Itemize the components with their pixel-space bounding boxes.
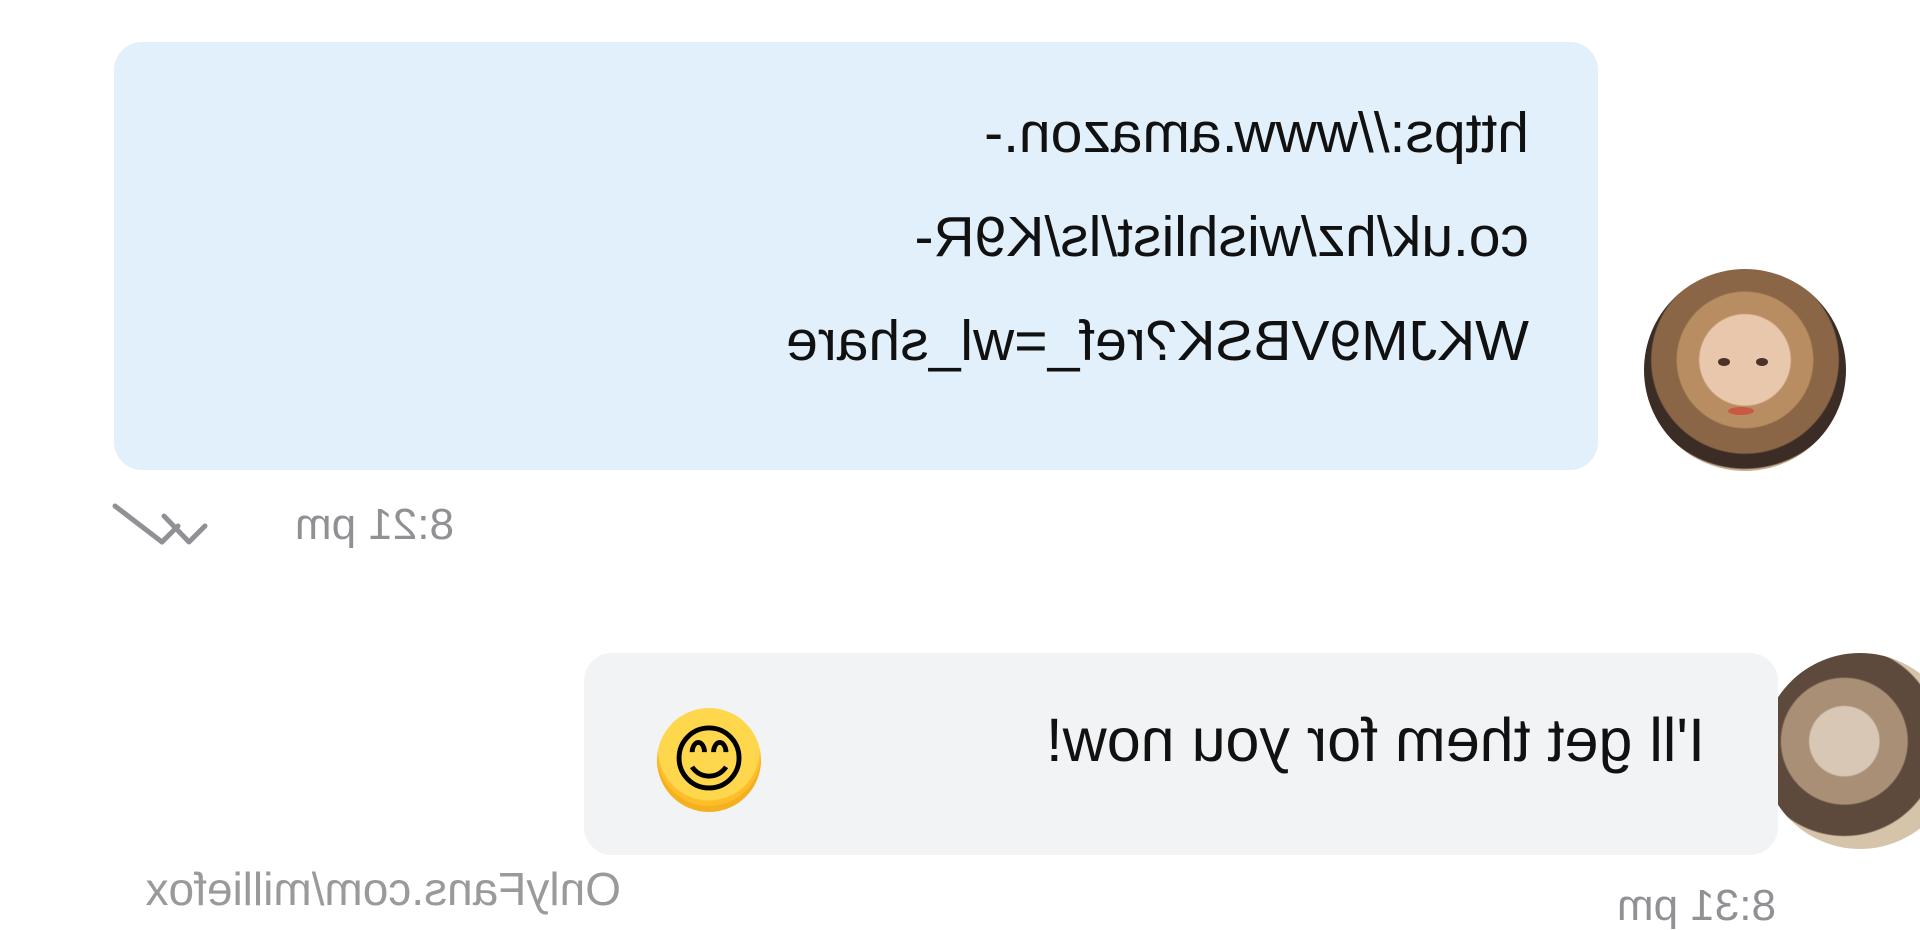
watermark-text: OnlyFans.com/milliefox [145, 863, 621, 915]
link-message-line-2: co.uk/hz/wishlist/ls/K9R- [914, 205, 1529, 269]
link-message-line-3: WKJM9VBSK?ref_=wl_share [786, 309, 1529, 373]
reply-message-timestamp: 8:31 pm [1617, 881, 1776, 930]
chat-screen: https://www.amazon.- co.uk/hz/wishlist/l… [0, 0, 1920, 930]
reply-avatar [1762, 653, 1920, 849]
mouth-detail [1728, 407, 1754, 415]
eye-detail [1756, 358, 1768, 366]
reply-message-text: I'll get them for you now! [1045, 706, 1705, 774]
smiling-face-icon: 😊 [657, 708, 761, 812]
link-message-timestamp: 8:21 pm [295, 500, 454, 549]
link-message-line-1: https://www.amazon.- [984, 101, 1529, 165]
mirrored-chat-view: https://www.amazon.- co.uk/hz/wishlist/l… [0, 0, 1920, 930]
double-check-icon [112, 503, 208, 545]
eye-detail [1718, 358, 1730, 366]
sender-avatar [1644, 269, 1846, 471]
